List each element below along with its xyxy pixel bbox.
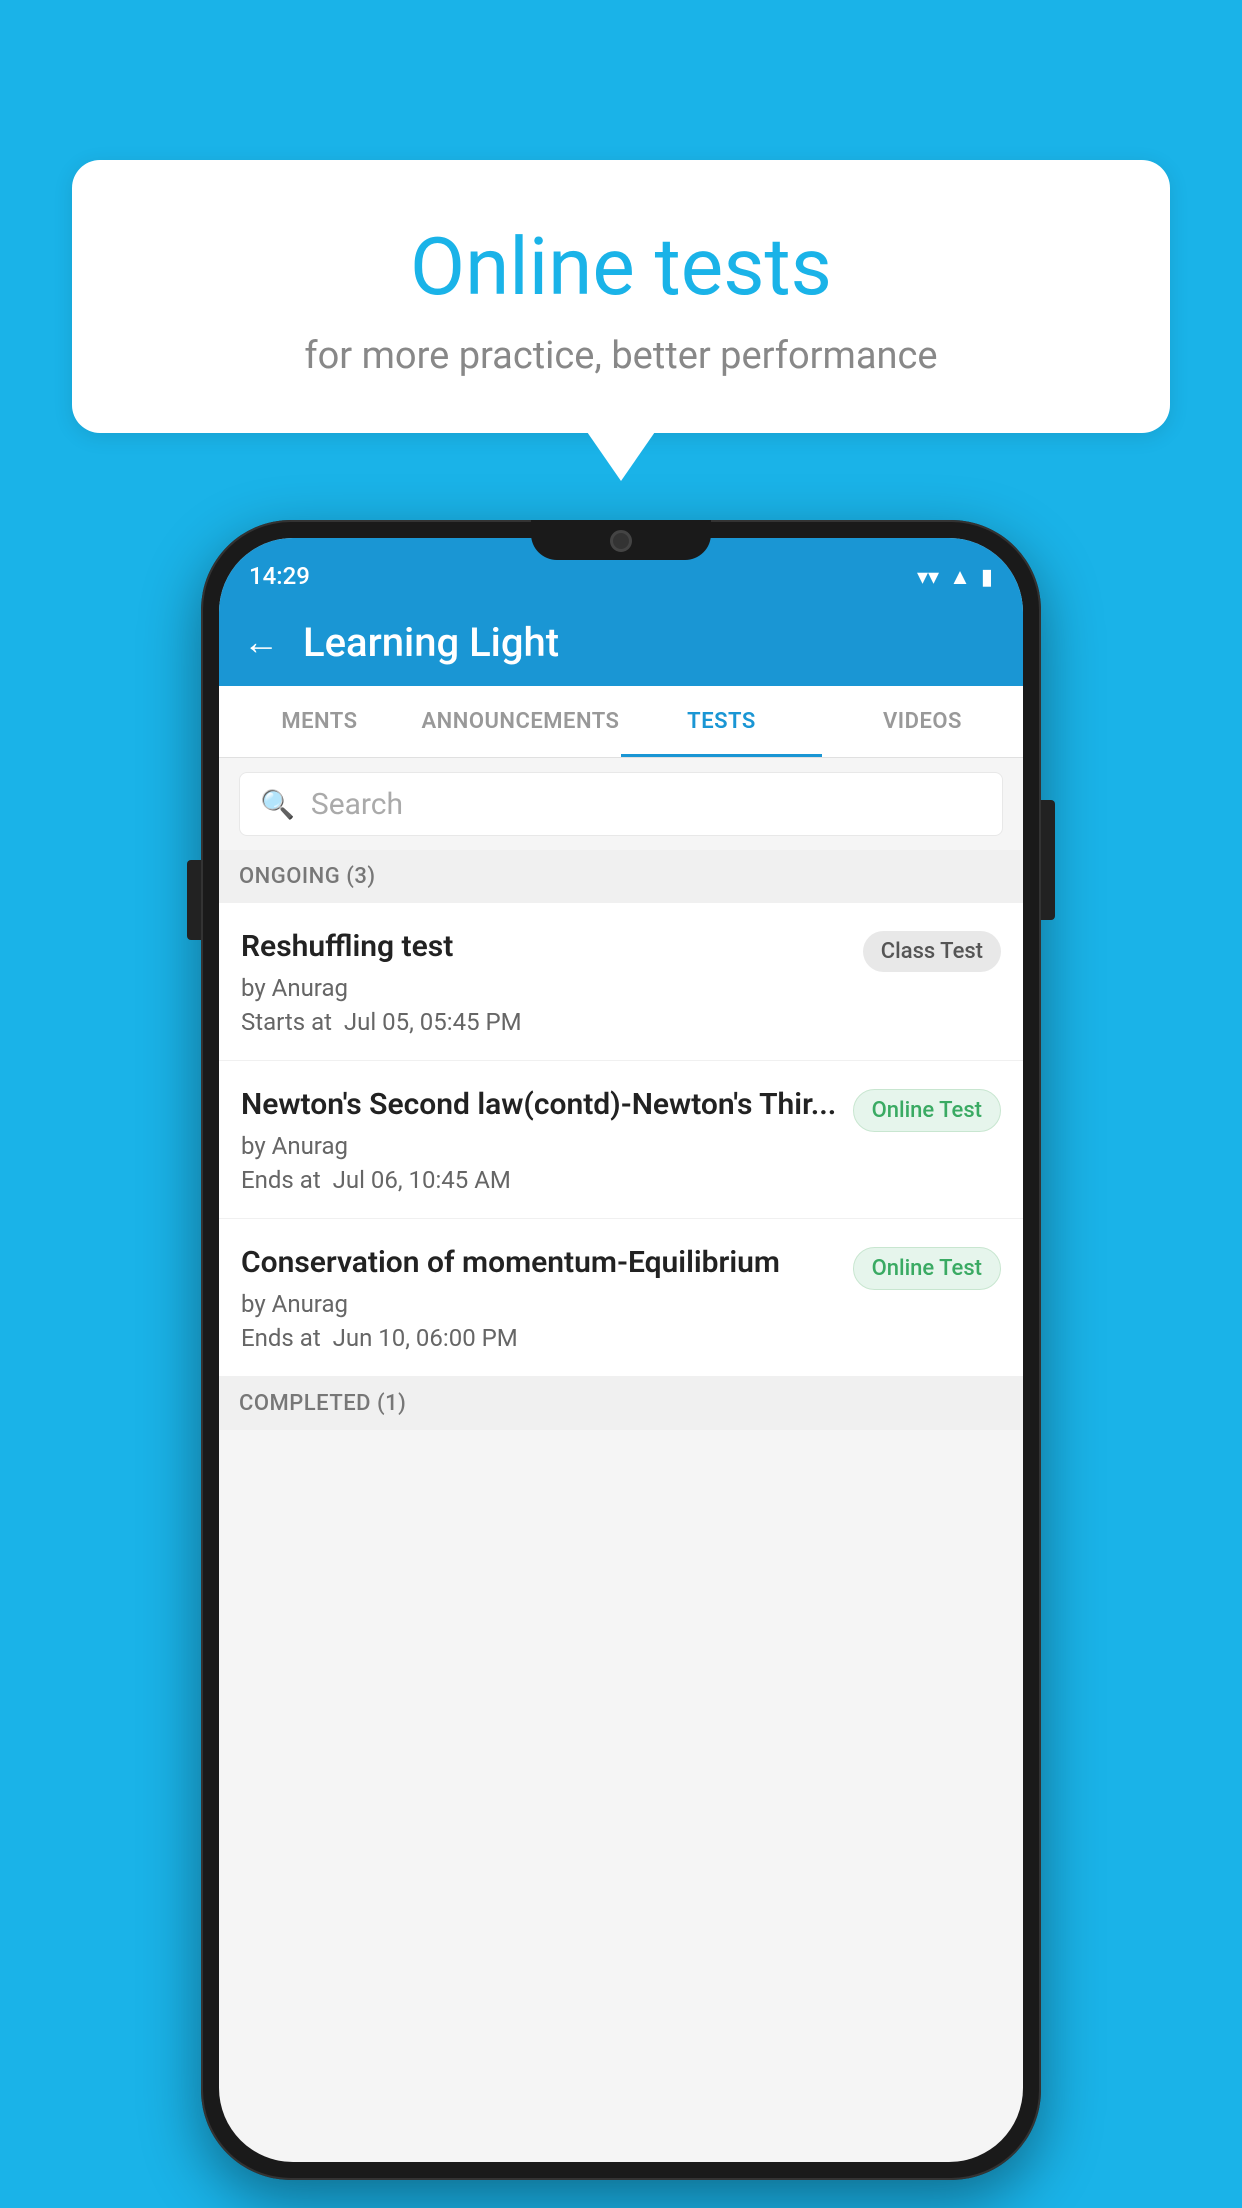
app-title: Learning Light	[303, 619, 559, 666]
test-time-1: Starts at Jul 05, 05:45 PM	[241, 1008, 847, 1036]
test-name-3: Conservation of momentum-Equilibrium	[241, 1243, 837, 1282]
tab-videos[interactable]: VIDEOS	[822, 686, 1023, 757]
search-placeholder: Search	[311, 787, 403, 822]
wifi-icon: ▾▾	[917, 565, 939, 590]
search-bar[interactable]: 🔍 Search	[239, 772, 1003, 836]
test-list: Reshuffling test by Anurag Starts at Jul…	[219, 903, 1023, 1377]
test-time-2: Ends at Jul 06, 10:45 AM	[241, 1166, 837, 1194]
test-info-3: Conservation of momentum-Equilibrium by …	[241, 1243, 853, 1352]
list-item[interactable]: Reshuffling test by Anurag Starts at Jul…	[219, 903, 1023, 1061]
phone-wrapper: 14:29 ▾▾ ▲ ▮ ← Learning Light MENTS	[201, 520, 1041, 2180]
test-info-1: Reshuffling test by Anurag Starts at Jul…	[241, 927, 863, 1036]
completed-section-label: COMPLETED (1)	[219, 1377, 1023, 1430]
test-badge-3: Online Test	[853, 1247, 1001, 1290]
camera-icon	[610, 530, 632, 552]
phone-screen: 14:29 ▾▾ ▲ ▮ ← Learning Light MENTS	[219, 538, 1023, 2162]
tab-bar: MENTS ANNOUNCEMENTS TESTS VIDEOS	[219, 686, 1023, 758]
search-container: 🔍 Search	[219, 758, 1023, 850]
test-name-1: Reshuffling test	[241, 927, 847, 966]
search-icon: 🔍	[260, 788, 295, 821]
tab-ments[interactable]: MENTS	[219, 686, 420, 757]
test-info-2: Newton's Second law(contd)-Newton's Thir…	[241, 1085, 853, 1194]
test-name-2: Newton's Second law(contd)-Newton's Thir…	[241, 1085, 837, 1124]
phone-notch	[531, 520, 711, 560]
list-item[interactable]: Conservation of momentum-Equilibrium by …	[219, 1219, 1023, 1377]
status-icons: ▾▾ ▲ ▮	[917, 564, 993, 590]
speech-bubble-title: Online tests	[122, 220, 1120, 314]
back-button[interactable]: ←	[243, 621, 279, 663]
test-author-3: by Anurag	[241, 1290, 837, 1318]
speech-bubble: Online tests for more practice, better p…	[72, 160, 1170, 433]
status-time: 14:29	[249, 562, 310, 590]
tab-tests[interactable]: TESTS	[621, 686, 822, 757]
ongoing-section-label: ONGOING (3)	[219, 850, 1023, 903]
test-author-2: by Anurag	[241, 1132, 837, 1160]
test-author-1: by Anurag	[241, 974, 847, 1002]
speech-bubble-subtitle: for more practice, better performance	[122, 334, 1120, 378]
test-time-3: Ends at Jun 10, 06:00 PM	[241, 1324, 837, 1352]
test-badge-1: Class Test	[863, 931, 1001, 972]
test-badge-2: Online Test	[853, 1089, 1001, 1132]
list-item[interactable]: Newton's Second law(contd)-Newton's Thir…	[219, 1061, 1023, 1219]
battery-icon: ▮	[981, 565, 993, 590]
tab-announcements[interactable]: ANNOUNCEMENTS	[420, 686, 621, 757]
app-header: ← Learning Light	[219, 598, 1023, 686]
signal-icon: ▲	[949, 564, 971, 590]
phone-outer: 14:29 ▾▾ ▲ ▮ ← Learning Light MENTS	[201, 520, 1041, 2180]
